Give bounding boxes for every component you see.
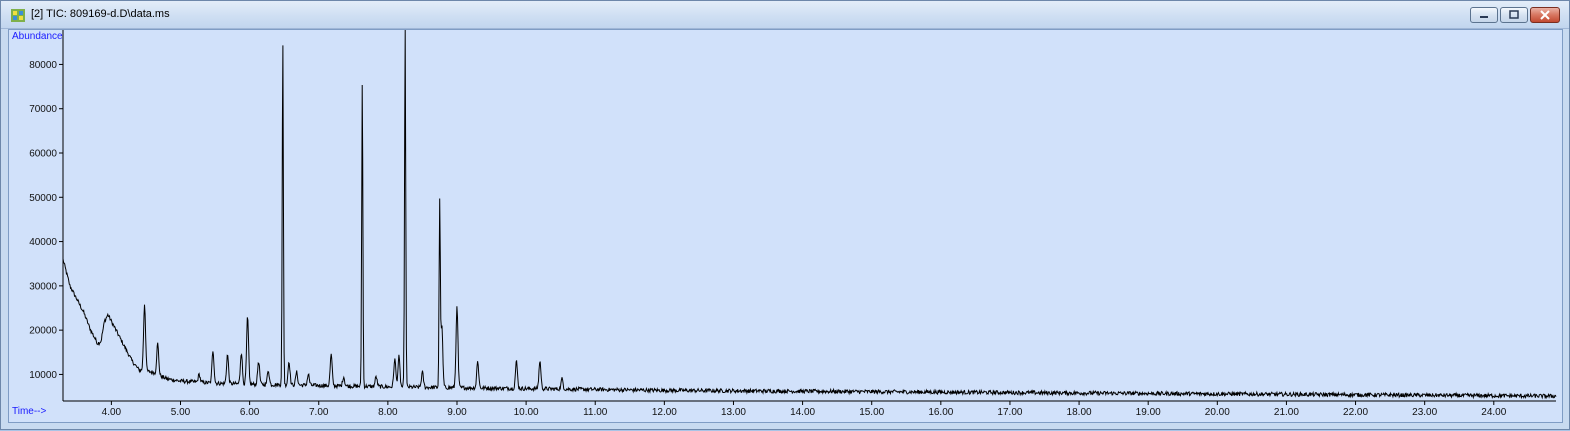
y-tick-label: 60000 <box>29 149 57 160</box>
x-tick-label: 22.00 <box>1343 407 1368 418</box>
x-tick-label: 20.00 <box>1205 407 1230 418</box>
y-tick-label: 80000 <box>29 60 57 71</box>
x-tick-label: 24.00 <box>1481 407 1506 418</box>
x-tick-label: 11.00 <box>583 407 608 418</box>
x-tick-label: 5.00 <box>171 407 191 418</box>
x-tick-label: 9.00 <box>447 407 467 418</box>
x-tick-label: 21.00 <box>1274 407 1299 418</box>
x-tick-label: 7.00 <box>309 407 329 418</box>
x-tick-label: 6.00 <box>240 407 260 418</box>
y-tick-label: 40000 <box>29 237 57 248</box>
x-tick-label: 15.00 <box>859 407 884 418</box>
x-tick-label: 17.00 <box>997 407 1022 418</box>
x-tick-label: 18.00 <box>1067 407 1092 418</box>
chromatogram-chart: 10000 20000 30000 40000 50000 60000 70000 80000… <box>29 29 1557 418</box>
x-tick-label: 10.00 <box>514 407 539 418</box>
tic-trace-line <box>62 29 1557 400</box>
y-tick-label: 10000 <box>29 370 57 381</box>
y-axis-title: Abundance <box>12 31 63 42</box>
x-tick-label: 8.00 <box>378 407 398 418</box>
y-tick-label: 20000 <box>29 326 57 337</box>
x-axis-title: Time--> <box>12 406 47 417</box>
y-tick-label: 50000 <box>29 193 57 204</box>
x-tick-label: 12.00 <box>652 407 677 418</box>
y-axis: 10000 20000 30000 40000 50000 60000 70000 80000 <box>29 29 64 401</box>
y-tick-label: 30000 <box>29 281 57 292</box>
x-tick-label: 13.00 <box>721 407 746 418</box>
y-tick-label: 70000 <box>29 104 57 115</box>
x-tick-label: 14.00 <box>790 407 815 418</box>
chromatogram-window: [2] TIC: 809169-d.D\data.ms 10000 20000 30… <box>0 0 1570 430</box>
x-tick-label: 16.00 <box>928 407 953 418</box>
x-tick-label: 23.00 <box>1412 407 1437 418</box>
x-tick-label: 4.00 <box>102 407 122 418</box>
x-tick-label: 19.00 <box>1136 407 1161 418</box>
x-axis: 4.00 5.00 6.00 7.00 8.00 9.00 10.00 11.00 12.00 1… <box>63 400 1556 418</box>
